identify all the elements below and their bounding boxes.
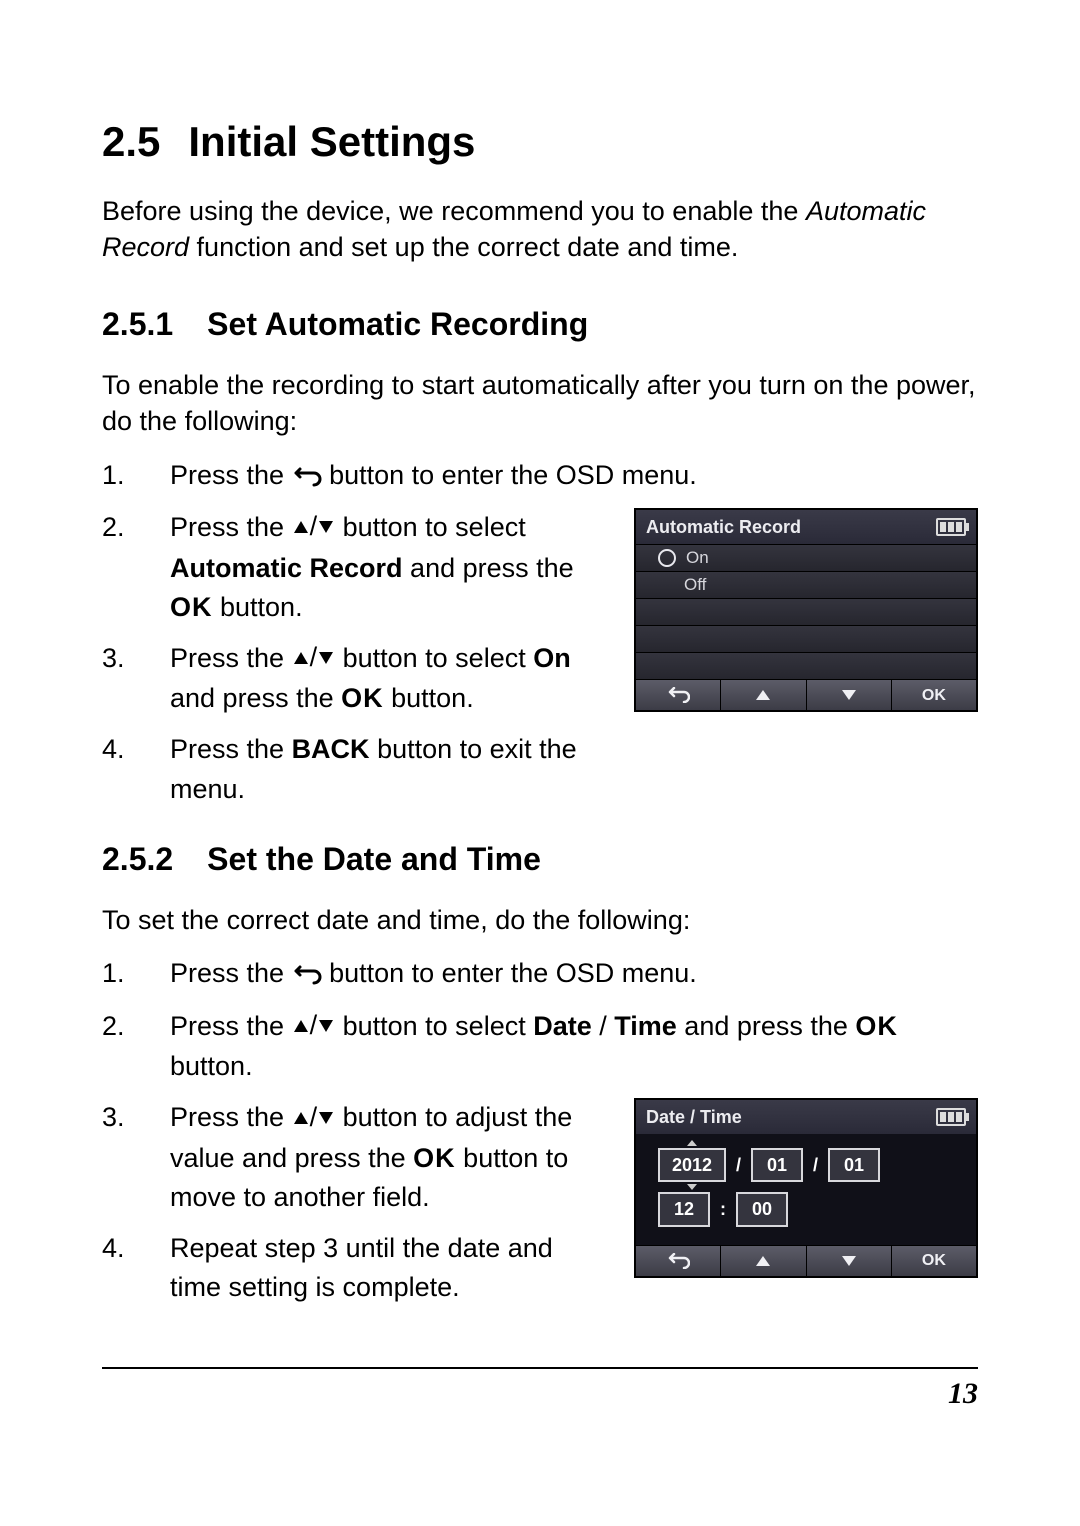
subsection-title-text: Set Automatic Recording	[207, 306, 588, 342]
ok-label: OK	[413, 1143, 456, 1173]
step-number: 4.	[102, 730, 170, 769]
step-text: Press the button to enter the OSD menu.	[170, 456, 978, 496]
minute-field: 00	[736, 1192, 788, 1226]
osd-titlebar: Date / Time	[636, 1100, 976, 1134]
osd-panel: Automatic Record On Off	[634, 508, 978, 712]
osd-down-button	[807, 1246, 892, 1276]
step-number: 4.	[102, 1229, 170, 1268]
step: 4. Repeat step 3 until the date and time…	[102, 1229, 614, 1307]
subsection-title-text: Set the Date and Time	[207, 841, 541, 877]
osd-panel: Date / Time 2012 / 01 / 01 12	[634, 1098, 978, 1277]
up-down-icon: /	[292, 507, 336, 546]
step: 2. Press the / button to select Automati…	[102, 508, 614, 627]
section-number: 2.5	[102, 118, 160, 166]
osd-ok-button: OK	[892, 1246, 976, 1276]
osd-screenshot-date-time: Date / Time 2012 / 01 / 01 12	[634, 1098, 978, 1277]
step-text: Repeat step 3 until the date and time se…	[170, 1229, 610, 1307]
step: 1. Press the button to enter the OSD men…	[102, 456, 978, 496]
osd-back-button	[636, 1246, 721, 1276]
return-icon	[292, 455, 322, 494]
day-field: 01	[828, 1148, 880, 1182]
footer-rule	[102, 1367, 978, 1369]
year-field: 2012	[658, 1148, 726, 1182]
subsection-heading: 2.5.2 Set the Date and Time	[102, 841, 978, 878]
osd-title: Date / Time	[646, 1104, 742, 1130]
radio-icon	[658, 549, 676, 567]
step: 2. Press the / button to select Date / T…	[102, 1007, 978, 1087]
osd-option-label: Off	[684, 573, 706, 598]
ok-label: OK	[855, 1011, 898, 1041]
step-text: Press the / button to select On and pres…	[170, 639, 590, 719]
lead-paragraph: To set the correct date and time, do the…	[102, 902, 978, 938]
section-title-text: Initial Settings	[188, 118, 475, 165]
separator: /	[736, 1152, 741, 1178]
step: 3. Press the / button to select On and p…	[102, 639, 614, 719]
hour-field: 12	[658, 1192, 710, 1226]
step-text: Press the / button to adjust the value a…	[170, 1098, 610, 1217]
step-number: 3.	[102, 1098, 170, 1137]
step-text: Press the button to enter the OSD menu.	[170, 954, 978, 994]
intro-paragraph: Before using the device, we recommend yo…	[102, 193, 978, 266]
ok-label: OK	[341, 683, 384, 713]
battery-icon	[936, 1108, 966, 1126]
osd-screenshot-automatic-record: Automatic Record On Off	[634, 508, 978, 712]
osd-back-button	[636, 680, 721, 710]
osd-down-button	[807, 680, 892, 710]
step-number: 2.	[102, 508, 170, 547]
osd-body: 2012 / 01 / 01 12 : 00	[636, 1134, 976, 1244]
separator: :	[720, 1196, 726, 1222]
osd-option-on: On	[636, 544, 976, 571]
subsection-heading: 2.5.1 Set Automatic Recording	[102, 306, 978, 343]
osd-empty-row	[636, 598, 976, 625]
step-number: 3.	[102, 639, 170, 678]
battery-icon	[936, 518, 966, 536]
step-text: Press the BACK button to exit the menu.	[170, 730, 590, 808]
osd-option-off: Off	[636, 571, 976, 598]
separator: /	[813, 1152, 818, 1178]
section-heading: 2.5 Initial Settings	[102, 118, 978, 166]
date-row: 2012 / 01 / 01	[654, 1148, 958, 1182]
lead-paragraph: To enable the recording to start automat…	[102, 367, 978, 440]
osd-footer: OK	[636, 679, 976, 710]
manual-page: 2.5 Initial Settings Before using the dev…	[0, 0, 1080, 1526]
page-number: 13	[102, 1377, 978, 1411]
osd-ok-button: OK	[892, 680, 976, 710]
step-text: Press the / button to select Date / Time…	[170, 1007, 978, 1087]
step-text: Press the / button to select Automatic R…	[170, 508, 590, 627]
osd-title: Automatic Record	[646, 514, 801, 540]
osd-empty-row	[636, 652, 976, 679]
subsection-number: 2.5.1	[102, 306, 173, 343]
osd-titlebar: Automatic Record	[636, 510, 976, 544]
up-down-icon: /	[292, 1006, 336, 1045]
osd-footer: OK	[636, 1245, 976, 1276]
month-field: 01	[751, 1148, 803, 1182]
ok-label: OK	[170, 592, 213, 622]
osd-up-button	[721, 680, 806, 710]
subsection-number: 2.5.2	[102, 841, 173, 878]
osd-option-label: On	[686, 546, 709, 571]
ordered-steps: 1. Press the button to enter the OSD men…	[102, 456, 978, 821]
up-down-icon: /	[292, 638, 336, 677]
ordered-steps: 1. Press the button to enter the OSD men…	[102, 954, 978, 1319]
up-down-icon: /	[292, 1098, 336, 1137]
step-number: 1.	[102, 456, 170, 495]
osd-up-button	[721, 1246, 806, 1276]
step-number: 1.	[102, 954, 170, 993]
return-icon	[292, 954, 322, 993]
step: 3. Press the / button to adjust the valu…	[102, 1098, 614, 1217]
step-number: 2.	[102, 1007, 170, 1046]
step: 4. Press the BACK button to exit the men…	[102, 730, 978, 808]
osd-empty-row	[636, 625, 976, 652]
time-row: 12 : 00	[654, 1192, 958, 1226]
step: 1. Press the button to enter the OSD men…	[102, 954, 978, 994]
